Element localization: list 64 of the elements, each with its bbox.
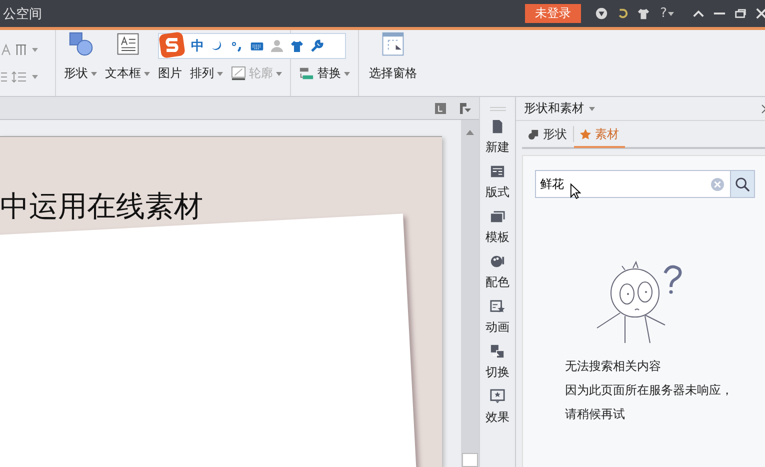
effect-icon	[490, 389, 505, 404]
transition-icon	[490, 344, 505, 359]
caret-icon[interactable]	[668, 12, 674, 16]
view-icon[interactable]	[435, 102, 446, 114]
shapes-button[interactable]: 形状	[64, 65, 88, 82]
replace-icon	[299, 66, 314, 81]
mouse-pointer-icon	[570, 183, 581, 200]
star-icon	[580, 128, 591, 140]
template-button[interactable]: 模板	[486, 209, 510, 246]
caret-icon[interactable]	[344, 72, 350, 76]
new-button[interactable]: 新建	[486, 119, 510, 156]
refresh-icon[interactable]	[616, 7, 630, 20]
transition-button[interactable]: 切换	[486, 344, 510, 381]
search-button[interactable]	[730, 171, 754, 197]
moon-icon[interactable]	[210, 39, 224, 53]
message-text: 请稍候再试	[565, 406, 626, 423]
shirt-icon[interactable]	[637, 7, 650, 20]
search-field[interactable]: 鲜花	[536, 176, 711, 192]
selection-pane-icon	[380, 31, 406, 57]
wrench-icon[interactable]	[310, 39, 324, 53]
search-icon	[735, 176, 750, 192]
message-text: 因为此页面所在服务器未响应，	[565, 382, 734, 399]
scroll-up-icon[interactable]	[466, 130, 474, 135]
caret-icon[interactable]	[144, 72, 150, 76]
window-title: 公空间	[3, 6, 42, 22]
caret-icon[interactable]	[91, 72, 97, 76]
shapes-icon	[528, 128, 539, 140]
ime-logo-icon[interactable]	[159, 32, 185, 58]
menu-caret-icon[interactable]	[460, 102, 471, 114]
panel-title[interactable]: 形状和素材	[524, 100, 584, 117]
message-text: 无法搜索相关内容	[565, 358, 662, 375]
input-mode-toggle[interactable]: 中	[191, 37, 204, 55]
punctuation-icon[interactable]	[230, 39, 244, 53]
text-box-icon	[114, 31, 140, 57]
color-icon	[490, 254, 505, 269]
slide-title[interactable]: 中运用在线素材	[0, 187, 442, 227]
arrange-button[interactable]: 排列	[190, 65, 214, 82]
restore-icon[interactable]	[734, 7, 747, 20]
caret-icon[interactable]	[32, 74, 38, 78]
shirt-icon[interactable]	[290, 39, 304, 53]
shapes-tab[interactable]: 形状	[522, 122, 573, 148]
replace-button[interactable]: 替换	[317, 65, 341, 82]
slide-canvas[interactable]: 中运用在线素材	[0, 136, 442, 467]
outline-icon	[231, 66, 246, 81]
scroll-thumb[interactable]	[462, 453, 478, 467]
new-icon	[490, 119, 505, 134]
caret-icon[interactable]	[589, 106, 595, 110]
caret-icon[interactable]	[217, 72, 223, 76]
animation-button[interactable]: 动画	[486, 299, 510, 336]
layout-button[interactable]: 版式	[486, 164, 510, 201]
help-button[interactable]: ?	[660, 6, 667, 21]
shapes-icon	[68, 31, 94, 57]
picture-button[interactable]: 图片	[158, 65, 182, 82]
pane-button[interactable]: 选择窗格	[369, 65, 417, 82]
color-button[interactable]: 配色	[486, 254, 510, 291]
caret-icon[interactable]	[32, 48, 38, 52]
animation-icon	[490, 299, 505, 314]
close-icon[interactable]	[755, 7, 765, 20]
search-bar[interactable]: 鲜花	[535, 170, 755, 198]
scroll-bar[interactable]	[461, 120, 479, 467]
effect-button[interactable]: 效果	[486, 389, 510, 426]
textbox-button[interactable]: 文本框	[105, 65, 141, 82]
layout-icon	[490, 164, 505, 179]
template-icon	[490, 209, 505, 224]
